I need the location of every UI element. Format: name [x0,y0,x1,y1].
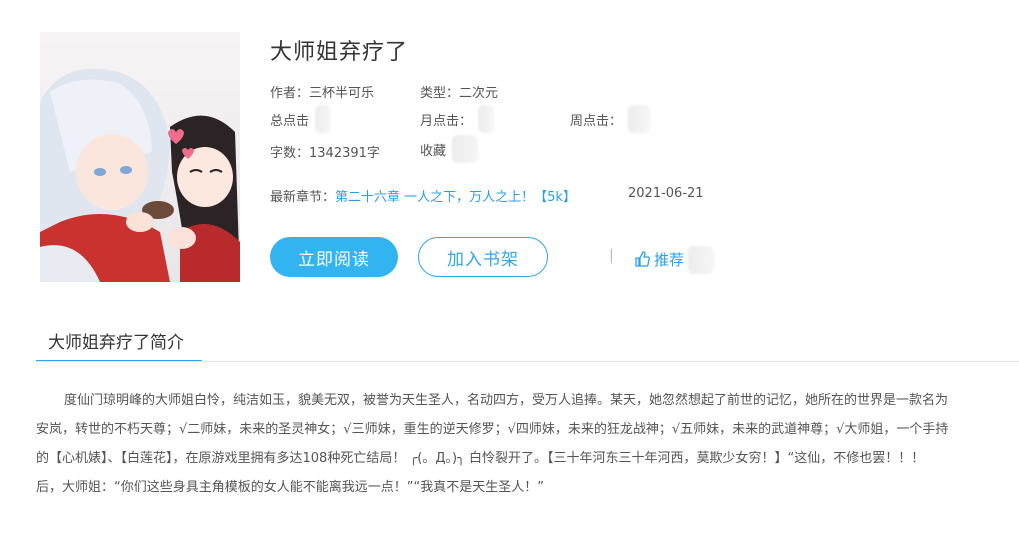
type-value[interactable]: 二次元 [459,82,498,101]
book-title: 大师姐弃疗了 [270,40,409,65]
book-description: 度仙门琼明峰的大师姐白怜，纯洁如玉，貌美无双，被誉为天生圣人，名动四方，受万人追… [36,386,1019,502]
description-line: 安岚，转世的不朽天尊；√二师妹，未来的圣灵神女；√三师妹，重生的逆天修罗；√四师… [36,422,949,437]
author-name[interactable]: 三杯半可乐 [309,82,374,101]
description-line: 后，大师姐：“你们这些身具主角模板的女人能不能离我远一点！”“我真不是天生圣人！… [36,480,544,495]
book-cover[interactable] [40,32,240,282]
latest-chapter: 最新章节：第二十六章 一人之下，万人之上！【5k】 [270,186,576,205]
collection-value [452,135,479,163]
author-info: 作者：三杯半可乐 [270,82,374,101]
recommend-label: 推荐 [654,251,685,269]
word-count-info: 字数：1342391字 [270,142,380,161]
monthly-clicks-value [478,105,495,133]
author-label: 作者： [270,86,310,101]
add-to-shelf-button[interactable]: 加入书架 [418,237,548,277]
description-line: 度仙门琼明峰的大师姐白怜，纯洁如玉，貌美无双，被誉为天生圣人，名动四方，受万人追… [64,393,949,408]
weekly-clicks-label: 周点击： [570,113,623,129]
monthly-clicks-info: 月点击： [420,105,495,133]
book-detail-page: 大师姐弃疗了 作者：三杯半可乐 类型：二次元 总点击 月点击： 周点击： 字数：… [0,0,1019,540]
collection-label: 收藏 [420,143,447,159]
collection-info: 收藏 [420,135,479,163]
monthly-clicks-label: 月点击： [420,113,473,129]
read-now-button[interactable]: 立即阅读 [270,237,398,277]
total-clicks-info: 总点击 [270,105,332,133]
latest-chapter-label: 最新章节： [270,190,336,205]
tab-divider [36,361,1019,362]
latest-chapter-date: 2021-06-21 [628,186,704,201]
description-line: 的【心机婊】、【白莲花】，在原游戏里拥有多达108种死亡结局！ ╭(。Д。)╮ … [36,451,925,466]
latest-chapter-link[interactable]: 第二十六章 一人之下，万人之上！【5k】 [335,190,576,205]
thumbs-up-icon [635,251,650,267]
tab-intro[interactable]: 大师姐弃疗了简介 [36,318,202,362]
word-count-value: 1342391字 [309,146,380,161]
type-info: 类型：二次元 [420,82,498,101]
weekly-clicks-value [628,105,651,133]
word-count-label: 字数： [270,146,310,161]
action-separator: | [609,248,614,264]
recommend-button[interactable]: 推荐 [634,246,715,274]
tab-intro-label: 大师姐弃疗了简介 [48,333,184,353]
type-label: 类型： [420,86,460,101]
total-clicks-value [315,105,332,133]
weekly-clicks-info: 周点击： [570,105,651,133]
total-clicks-label: 总点击 [270,113,310,129]
recommend-count [688,246,715,274]
